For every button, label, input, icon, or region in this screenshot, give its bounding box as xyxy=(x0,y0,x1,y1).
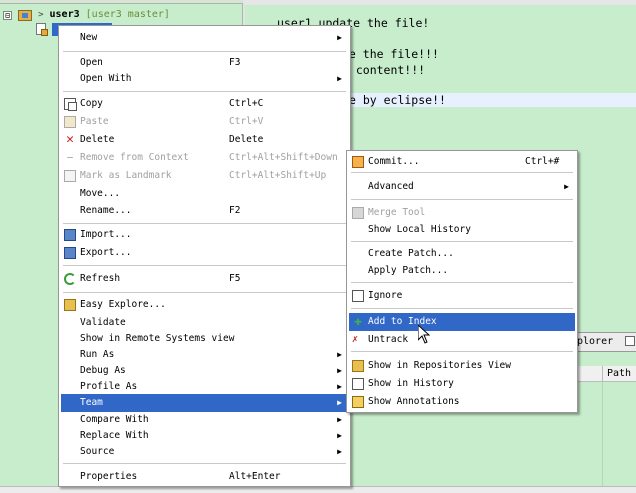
menu-item-show-local-history[interactable]: Show Local History xyxy=(349,221,575,239)
landmark-icon xyxy=(64,170,76,182)
bottom-view-tabs[interactable]: plorer xyxy=(575,332,636,352)
bottom-view-panel xyxy=(575,330,636,493)
menu-item-untrack[interactable]: ✗ Untrack xyxy=(349,331,575,349)
export-icon xyxy=(64,247,76,259)
collapse-icon[interactable]: ⊟ xyxy=(3,10,12,20)
team-submenu: Commit... Ctrl+# Advanced ▶ Merge Tool S… xyxy=(346,150,578,413)
mouse-cursor-icon xyxy=(418,325,430,344)
menu-item-show-annotations[interactable]: Show Annotations xyxy=(349,393,575,411)
menu-item-paste[interactable]: Paste Ctrl+V xyxy=(61,113,348,131)
commit-icon xyxy=(352,156,364,168)
menu-item-copy[interactable]: Copy Ctrl+C xyxy=(61,95,348,113)
menu-separator xyxy=(63,91,346,92)
merge-tool-icon xyxy=(352,207,364,219)
editor-line-3: e content!!! xyxy=(342,63,426,77)
submenu-arrow-icon: ▶ xyxy=(564,182,569,191)
annotations-icon xyxy=(352,396,364,408)
file-icon xyxy=(36,23,48,36)
delete-icon: ✕ xyxy=(66,132,74,147)
menu-separator xyxy=(351,199,573,200)
menu-separator xyxy=(63,463,346,464)
menu-item-merge-tool[interactable]: Merge Tool xyxy=(349,204,575,222)
menu-item-new[interactable]: New ▶ xyxy=(61,29,348,47)
project-name: user3 xyxy=(49,9,80,20)
menu-item-import[interactable]: Import... xyxy=(61,226,348,244)
menu-separator xyxy=(63,51,346,52)
git-decorator-icon: > xyxy=(38,10,44,20)
ignore-icon xyxy=(352,290,364,302)
tab-explorer[interactable]: plorer xyxy=(577,336,613,347)
import-icon xyxy=(64,229,76,241)
menu-item-refresh[interactable]: Refresh F5 xyxy=(61,270,348,288)
menu-separator xyxy=(351,308,573,309)
column-header-path[interactable]: Path xyxy=(602,366,631,382)
menu-item-apply-patch[interactable]: Apply Patch... xyxy=(349,262,575,280)
menu-item-ignore[interactable]: Ignore xyxy=(349,287,575,305)
tree-row-project[interactable]: ⊟ > user3 [user3 master] xyxy=(3,7,170,23)
bottom-table-header: Path xyxy=(575,366,636,382)
table-grid-line xyxy=(602,382,603,486)
menu-item-create-patch[interactable]: Create Patch... xyxy=(349,245,575,263)
menu-item-move[interactable]: Move... xyxy=(61,185,348,203)
menu-separator xyxy=(63,223,346,224)
submenu-arrow-icon: ▶ xyxy=(337,398,342,407)
menu-item-remove-from-context[interactable]: − Remove from Context Ctrl+Alt+Shift+Dow… xyxy=(61,149,348,167)
menu-item-add-to-index[interactable]: ✚ Add to Index xyxy=(349,313,575,331)
menu-item-show-in-repositories-view[interactable]: Show in Repositories View xyxy=(349,357,575,375)
folder-icon xyxy=(64,299,76,311)
editor-top-strip xyxy=(245,0,636,5)
menu-item-export[interactable]: Export... xyxy=(61,244,348,262)
menu-separator xyxy=(63,265,346,266)
menu-item-delete[interactable]: ✕ Delete Delete xyxy=(61,131,348,149)
view-icon[interactable] xyxy=(625,336,636,346)
project-branch: [user3 master] xyxy=(85,9,170,20)
menu-item-rename[interactable]: Rename... F2 xyxy=(61,202,348,220)
menu-item-source[interactable]: Source ▶ xyxy=(61,443,348,461)
menu-item-team[interactable]: Team ▶ xyxy=(61,394,348,412)
menu-separator xyxy=(351,241,573,242)
menu-item-advanced[interactable]: Advanced ▶ xyxy=(349,178,575,196)
copy-icon xyxy=(64,98,77,111)
menu-item-open-with[interactable]: Open With ▶ xyxy=(61,70,348,88)
submenu-arrow-icon: ▶ xyxy=(337,447,342,456)
menu-item-show-in-history[interactable]: Show in History xyxy=(349,375,575,393)
history-icon xyxy=(352,378,364,390)
menu-item-easy-explore[interactable]: Easy Explore... xyxy=(61,296,348,314)
submenu-arrow-icon: ▶ xyxy=(337,74,342,83)
paste-icon xyxy=(64,116,76,128)
menu-item-properties[interactable]: Properties Alt+Enter xyxy=(61,468,348,486)
refresh-icon xyxy=(64,273,76,285)
status-bar xyxy=(0,486,636,493)
editor-line-2: te the file!!! xyxy=(342,47,439,61)
submenu-arrow-icon: ▶ xyxy=(337,33,342,42)
remove-context-icon: − xyxy=(66,151,74,164)
add-icon: ✚ xyxy=(354,314,362,329)
project-icon xyxy=(18,9,33,21)
menu-separator xyxy=(351,172,573,173)
untrack-icon: ✗ xyxy=(352,334,359,345)
explorer-top-strip xyxy=(0,0,243,4)
context-menu: New ▶ Open F3 Open With ▶ Copy Ctrl+C Pa… xyxy=(58,25,351,487)
repositories-icon xyxy=(352,360,364,372)
menu-separator xyxy=(351,351,573,352)
menu-item-mark-as-landmark[interactable]: Mark as Landmark Ctrl+Alt+Shift+Up xyxy=(61,167,348,185)
menu-item-commit[interactable]: Commit... Ctrl+# xyxy=(349,153,575,171)
menu-separator xyxy=(351,282,573,283)
menu-separator xyxy=(63,292,346,293)
